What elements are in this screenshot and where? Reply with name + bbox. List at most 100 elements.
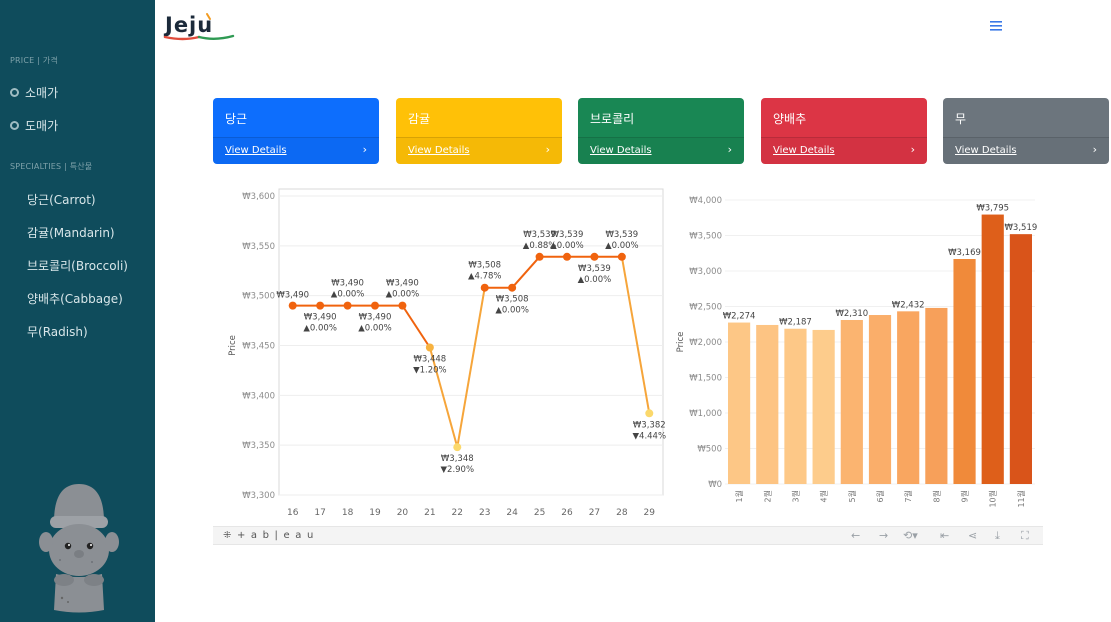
bar-x-tick-label: 9월 — [960, 490, 970, 502]
line-x-tick-label: 28 — [616, 508, 628, 518]
line-data-label-change: ▲0.00% — [386, 290, 420, 300]
view-details-link[interactable]: View Details — [408, 145, 470, 156]
bar-data-label: ₩3,519 — [1005, 223, 1038, 233]
bar-x-tick-label: 10월 — [988, 490, 998, 508]
sidebar-item-mandarin[interactable]: 감귤(Mandarin) — [27, 224, 115, 241]
chevron-right-icon[interactable]: › — [363, 143, 367, 156]
view-details-link[interactable]: View Details — [773, 145, 835, 156]
line-data-label-price: ₩3,348 — [441, 454, 474, 464]
bar — [756, 324, 779, 484]
download-icon[interactable]: ⤓ — [995, 529, 1000, 543]
revert-all-icon[interactable]: ⇤ — [940, 529, 949, 542]
jeju-logo[interactable]: Jeju — [163, 10, 235, 44]
bar-y-tick-label: ₩500 — [697, 445, 722, 455]
sidebar: PRICE | 가격 소매가 도매가 SPECIALTIES | 특산물 당근(… — [0, 0, 155, 622]
line-data-label-price: ₩3,490 — [359, 313, 392, 323]
sidebar-item-label: 도매가 — [25, 119, 59, 133]
line-point — [508, 283, 517, 292]
line-data-label-price: ₩3,539 — [578, 264, 611, 274]
line-data-label-change: ▼4.44% — [633, 431, 667, 441]
bar-x-tick-label: 2월 — [762, 490, 772, 502]
view-details-link[interactable]: View Details — [590, 145, 652, 156]
undo-icon[interactable]: ← — [851, 529, 860, 542]
bar-x-tick-label: 8월 — [931, 490, 941, 502]
line-y-tick-label: ₩3,450 — [242, 342, 275, 352]
bar-x-tick-label: 4월 — [819, 490, 829, 502]
chevron-right-icon[interactable]: › — [911, 143, 915, 156]
circle-icon — [10, 121, 19, 130]
chevron-right-icon[interactable]: › — [728, 143, 732, 156]
line-data-label-price: ₩3,490 — [386, 279, 419, 289]
bar-data-label: ₩2,187 — [779, 318, 812, 328]
bar — [953, 259, 976, 484]
line-x-tick-label: 24 — [506, 508, 518, 518]
sidebar-item-cabbage[interactable]: 양배추(Cabbage) — [27, 290, 123, 307]
top-navbar — [155, 0, 1111, 55]
bar — [1009, 234, 1032, 484]
line-x-tick-label: 25 — [534, 508, 545, 518]
line-data-label-change: ▲0.00% — [495, 306, 529, 316]
sidebar-item-label: 소매가 — [25, 86, 59, 100]
line-x-tick-label: 23 — [479, 508, 490, 518]
line-data-label-price: ₩3,490 — [331, 279, 364, 289]
line-data-label-change: ▲0.00% — [578, 275, 612, 285]
hamburger-icon[interactable] — [990, 21, 1002, 31]
line-data-label-change: ▼2.90% — [441, 465, 475, 475]
bar-x-tick-label: 6월 — [875, 490, 885, 502]
card-title: 감귤 — [408, 112, 431, 126]
chevron-right-icon[interactable]: › — [546, 143, 550, 156]
bar-x-tick-label: 11월 — [1016, 490, 1026, 508]
line-data-label-price: ₩3,448 — [413, 354, 446, 364]
view-details-link[interactable]: View Details — [225, 145, 287, 156]
bar-y-tick-label: ₩3,500 — [689, 232, 722, 242]
line-data-label-change: ▲0.00% — [605, 241, 639, 251]
line-point — [425, 343, 434, 352]
line-data-label-change: ▲0.00% — [358, 324, 392, 334]
line-point — [398, 301, 407, 310]
bar — [981, 214, 1004, 484]
bar-data-label: ₩2,274 — [723, 312, 756, 322]
sidebar-item-carrot[interactable]: 당근(Carrot) — [27, 191, 96, 208]
sidebar-item-radish[interactable]: 무(Radish) — [27, 323, 88, 340]
sidebar-item-retail-price[interactable]: 소매가 — [10, 84, 58, 101]
bar-data-label: ₩2,432 — [892, 300, 925, 310]
charts-canvas: ₩3,600 ₩3,550 ₩3,500 ₩3,450 ₩3,400 ₩3,350 ₩3,3… — [228, 188, 1038, 518]
bar-y-tick-label: ₩3,000 — [689, 267, 722, 277]
line-data-label-change: ▲0.00% — [331, 290, 365, 300]
redo-icon[interactable]: → — [879, 529, 888, 542]
sidebar-item-wholesale-price[interactable]: 도매가 — [10, 117, 58, 134]
fullscreen-icon[interactable]: ⛶ — [1021, 529, 1029, 543]
view-details-link[interactable]: View Details — [955, 145, 1017, 156]
line-data-label-price: ₩3,539 — [551, 230, 584, 240]
revert-icon[interactable]: ⟲▾ — [903, 529, 918, 542]
line-x-tick-label: 19 — [369, 508, 381, 518]
bar-y-tick-label: ₩4,000 — [689, 196, 722, 206]
card-cabbage: 양배추 View Details › — [761, 98, 927, 164]
line-point — [453, 443, 462, 452]
card-title: 당근 — [225, 112, 248, 126]
line-x-tick-label: 20 — [397, 508, 409, 518]
line-data-label-price: ₩3,382 — [633, 420, 666, 430]
line-segment — [620, 256, 651, 414]
line-point — [371, 301, 379, 310]
bar — [840, 319, 863, 484]
line-x-tick-label: 16 — [287, 508, 299, 518]
tableau-brand: ⁜ + a b | e a u — [223, 530, 314, 541]
chevron-right-icon[interactable]: › — [1093, 143, 1097, 156]
line-data-label-change: ▲0.00% — [550, 241, 584, 251]
tableau-logo-icon: ⁜ — [223, 530, 237, 541]
bar-data-label: ₩3,169 — [948, 248, 981, 258]
price-section-header: PRICE | 가격 — [10, 56, 58, 65]
line-data-label-price: ₩3,508 — [468, 261, 501, 271]
sidebar-item-broccoli[interactable]: 브로콜리(Broccoli) — [27, 257, 128, 274]
line-segment — [401, 305, 431, 349]
line-x-tick-label: 29 — [644, 508, 656, 518]
line-point — [590, 252, 599, 261]
tableau-viz[interactable]: ₩3,600 ₩3,550 ₩3,500 ₩3,450 ₩3,400 ₩3,350 ₩3,3… — [213, 178, 1043, 526]
dol-hareubang-mascot-illustration — [39, 484, 119, 613]
bar — [868, 315, 892, 484]
share-icon[interactable]: ⋖ — [968, 529, 977, 542]
line-data-label-price: ₩3,490 — [304, 313, 337, 323]
bar-x-tick-label: 7월 — [903, 490, 913, 502]
card-broccoli: 브로콜리 View Details › — [578, 98, 744, 164]
